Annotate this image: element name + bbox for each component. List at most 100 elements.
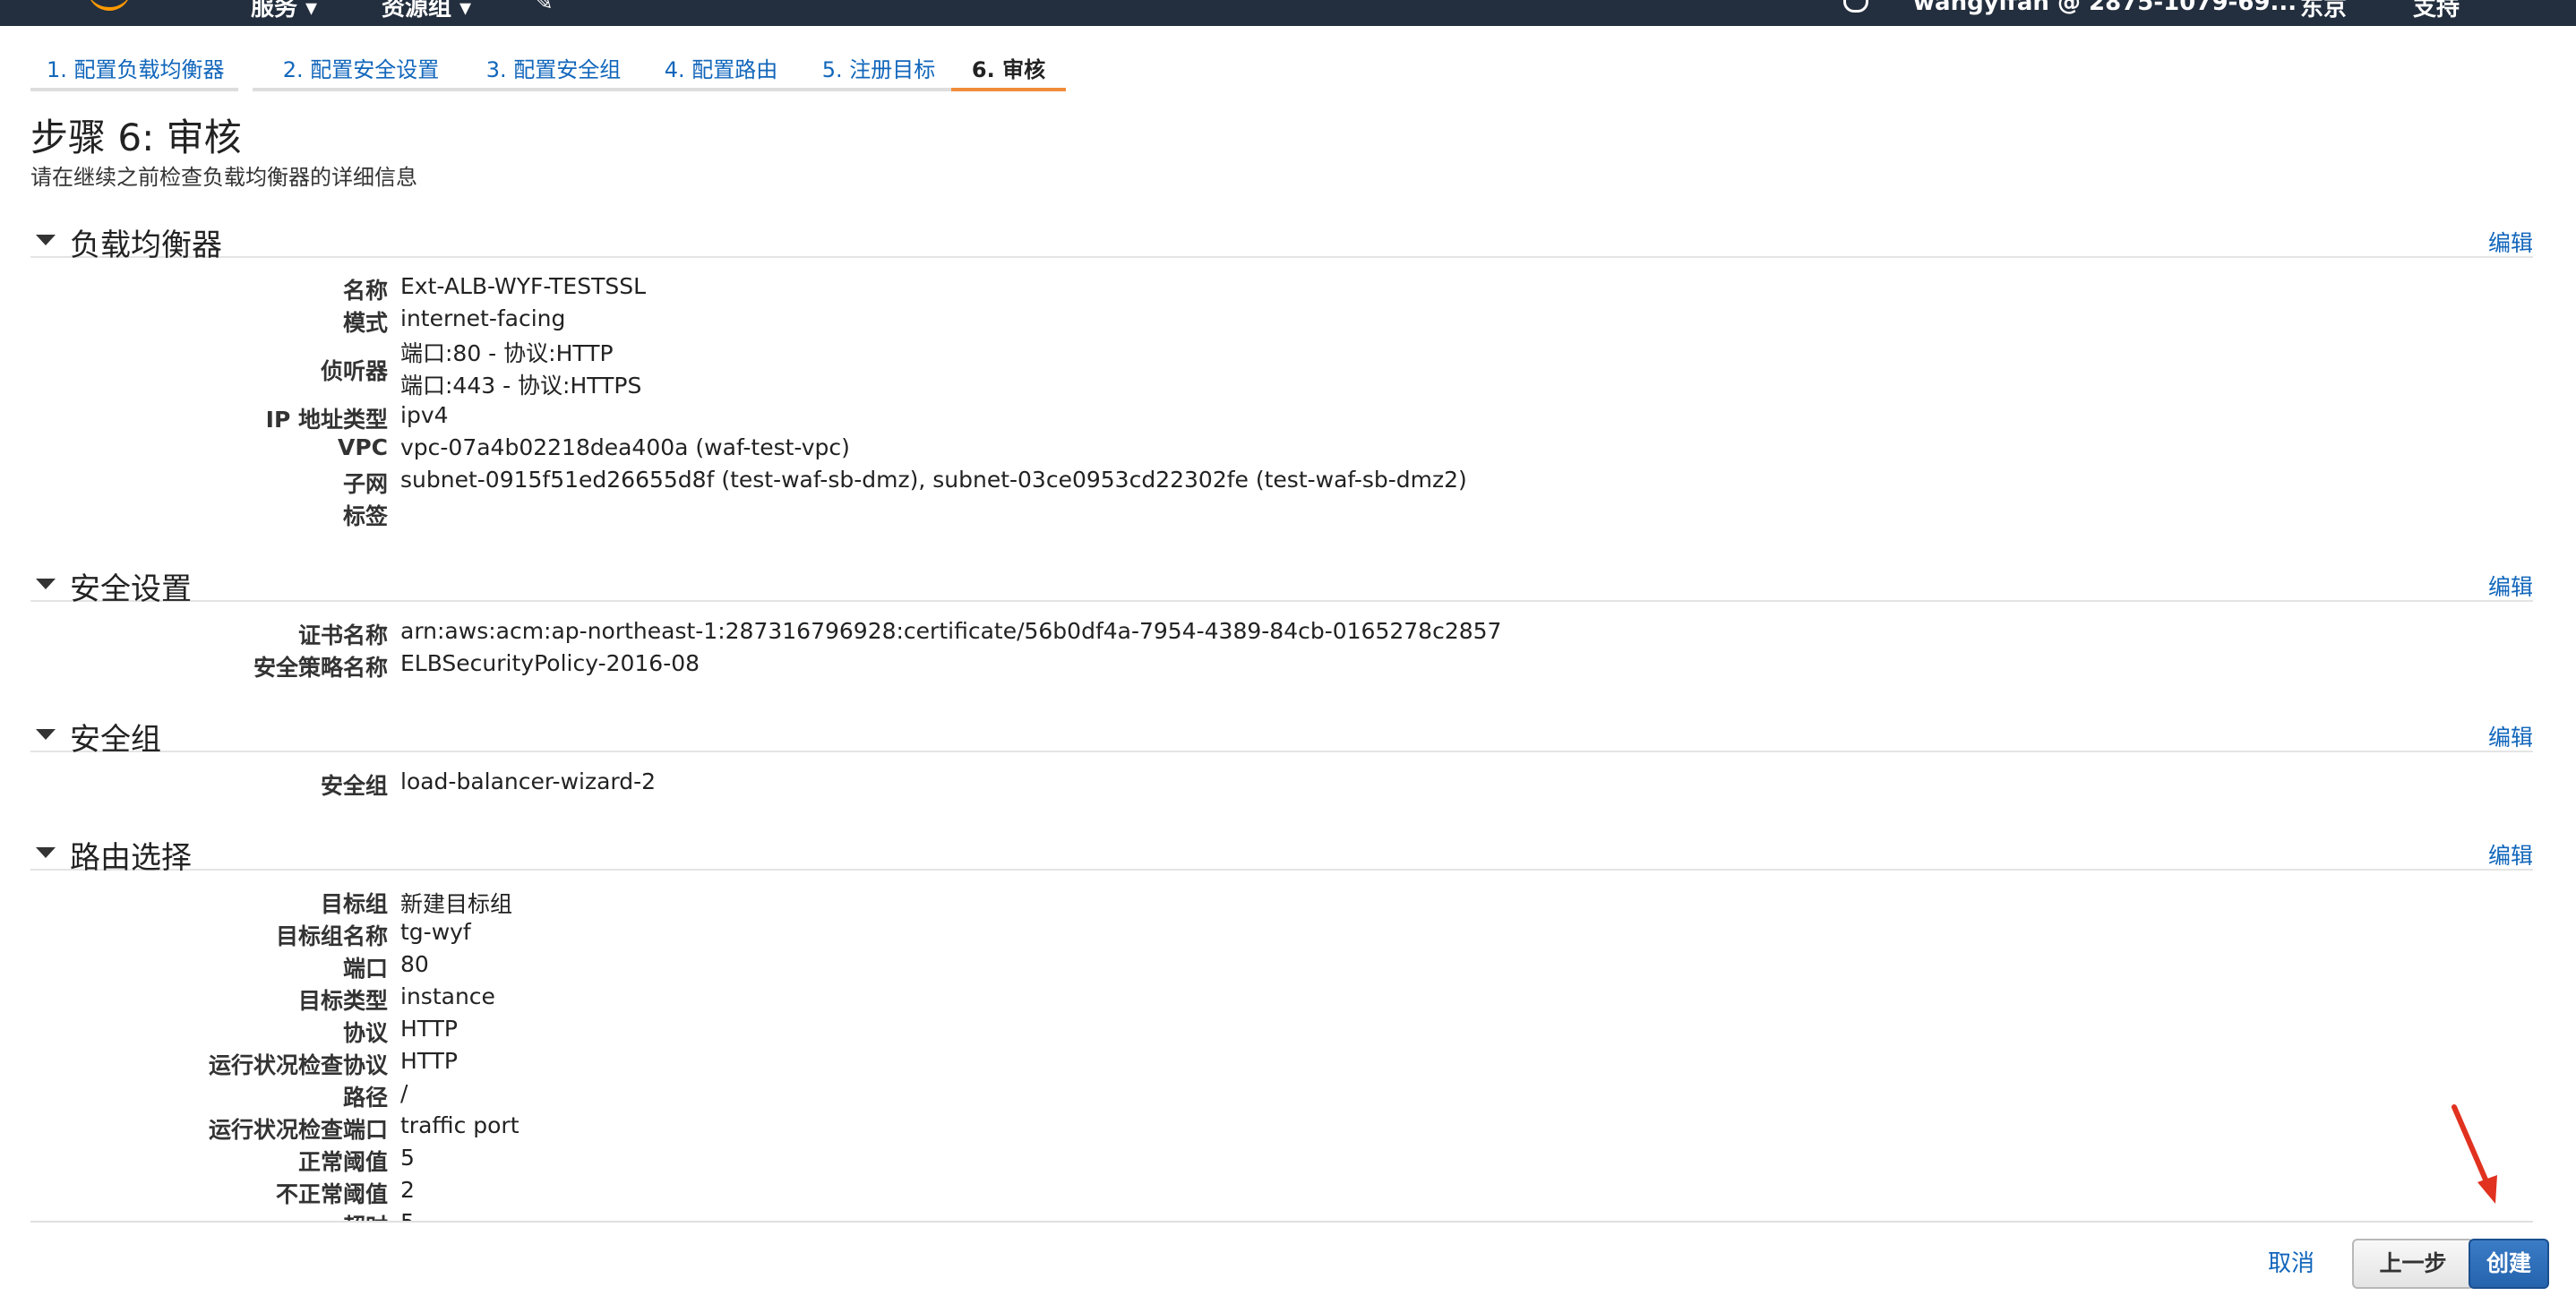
detail-value: HTTP	[400, 1048, 458, 1074]
detail-value: 5	[400, 1145, 415, 1171]
detail-value: 2	[400, 1177, 415, 1203]
detail-row: 路径 /	[0, 1080, 1791, 1112]
detail-label: 标签	[342, 503, 388, 529]
detail-row: 标签	[0, 499, 1791, 531]
resource-groups-menu[interactable]: 资源组 ▾	[382, 0, 471, 22]
detail-row: 证书名称 arn:aws:acm:ap-northeast-1:28731679…	[0, 618, 1791, 650]
detail-row: 运行状况检查协议 HTTP	[0, 1048, 1791, 1080]
cancel-button[interactable]: 取消	[2268, 1245, 2314, 1278]
edit-security-groups-link[interactable]: 编辑	[2488, 720, 2533, 752]
account-menu[interactable]: wangyifan @ 2875-1079-69...	[1913, 0, 2297, 16]
detail-row-clipped: 超时 5	[0, 1209, 1791, 1221]
section-title: 负载均衡器	[70, 227, 222, 263]
detail-value: arn:aws:acm:ap-northeast-1:287316796928:…	[400, 618, 1502, 644]
annotation-arrow-icon	[2451, 1104, 2497, 1204]
detail-label: 不正常阈值	[275, 1181, 388, 1207]
detail-value: ELBSecurityPolicy-2016-08	[400, 650, 700, 676]
tab-configure-security-groups[interactable]: 3. 配置安全组	[455, 47, 652, 91]
section-title: 安全设置	[70, 571, 192, 607]
detail-value: Ext-ALB-WYF-TESTSSL	[400, 273, 647, 299]
detail-row: 端口 80	[0, 951, 1791, 983]
top-navigation-bar: 服务 ▾ 资源组 ▾ ✎ wangyifan @ 2875-1079-69...…	[0, 0, 2576, 26]
detail-label: 目标组名称	[275, 923, 388, 949]
detail-row: 目标类型 instance	[0, 983, 1791, 1016]
detail-value: /	[400, 1080, 408, 1106]
detail-label: 名称	[342, 278, 388, 304]
detail-label: 运行状况检查协议	[208, 1052, 388, 1078]
detail-value: 新建目标组	[400, 891, 513, 917]
detail-value: HTTP	[400, 1016, 458, 1042]
detail-value-multiline: 端口:80 - 协议:HTTP 端口:443 - 协议:HTTPS	[400, 338, 641, 402]
pin-icon[interactable]: ✎	[534, 0, 554, 16]
detail-row: 名称 Ext-ALB-WYF-TESTSSL	[0, 273, 1791, 305]
listener-https: 端口:443 - 协议:HTTPS	[400, 373, 642, 399]
section-title: 安全组	[70, 722, 161, 758]
listener-http: 端口:80 - 协议:HTTP	[400, 340, 614, 366]
detail-row: IP 地址类型 ipv4	[0, 402, 1791, 434]
previous-button[interactable]: 上一步	[2352, 1239, 2474, 1289]
detail-row: VPC vpc-07a4b02218dea400a (waf-test-vpc)	[0, 434, 1791, 467]
tab-register-targets[interactable]: 5. 注册目标	[792, 47, 966, 91]
tab-configure-routing[interactable]: 4. 配置路由	[634, 47, 808, 91]
caret-down-icon[interactable]	[36, 579, 56, 589]
section-load-balancer-header[interactable]: 负载均衡器 编辑	[30, 222, 2533, 263]
detail-row: 正常阈值 5	[0, 1145, 1791, 1177]
detail-row: 不正常阈值 2	[0, 1177, 1791, 1209]
section-title: 路由选择	[70, 840, 192, 876]
services-menu[interactable]: 服务 ▾	[251, 0, 317, 22]
detail-value: ipv4	[400, 402, 449, 428]
detail-row: 目标组 新建目标组	[0, 887, 1791, 919]
caret-down-icon[interactable]	[36, 847, 56, 858]
detail-label: 协议	[342, 1020, 388, 1046]
section-security-settings-header[interactable]: 安全设置 编辑	[30, 566, 2533, 607]
page-title: 步骤 6: 审核	[30, 116, 242, 159]
aws-logo-icon[interactable]	[88, 0, 131, 11]
support-menu[interactable]: 支持	[2413, 0, 2460, 22]
tab-configure-security-settings[interactable]: 2. 配置安全设置	[253, 47, 469, 91]
page-subtitle: 请在继续之前检查负载均衡器的详细信息	[30, 165, 417, 190]
edit-load-balancer-link[interactable]: 编辑	[2488, 226, 2533, 258]
detail-value: 80	[400, 951, 429, 977]
detail-label: 运行状况检查端口	[208, 1117, 388, 1143]
detail-label: 正常阈值	[297, 1149, 388, 1175]
bell-icon[interactable]	[1843, 0, 1868, 13]
detail-row: 侦听器 端口:80 - 协议:HTTP 端口:443 - 协议:HTTPS	[0, 338, 1791, 402]
detail-value: 5	[400, 1209, 415, 1221]
detail-row: 模式 internet-facing	[0, 305, 1791, 338]
detail-label: 子网	[342, 471, 388, 497]
detail-value: vpc-07a4b02218dea400a (waf-test-vpc)	[400, 434, 850, 460]
detail-row: 安全策略名称 ELBSecurityPolicy-2016-08	[0, 650, 1791, 682]
detail-label: 模式	[342, 310, 388, 336]
section-routing-header[interactable]: 路由选择 编辑	[30, 835, 2533, 876]
detail-label: 侦听器	[320, 358, 388, 384]
detail-row: 协议 HTTP	[0, 1016, 1791, 1048]
detail-value: instance	[400, 983, 495, 1009]
create-button[interactable]: 创建	[2469, 1239, 2549, 1289]
detail-row: 目标组名称 tg-wyf	[0, 919, 1791, 951]
detail-label: 证书名称	[297, 622, 388, 648]
detail-label: 超时	[343, 1209, 388, 1221]
section-security-groups-header[interactable]: 安全组 编辑	[30, 717, 2533, 758]
detail-row: 子网 subnet-0915f51ed26655d8f (test-waf-sb…	[0, 467, 1791, 499]
detail-label: 路径	[342, 1085, 388, 1111]
detail-label: 安全策略名称	[253, 655, 388, 681]
footer-divider	[30, 1221, 2533, 1223]
detail-label: VPC	[337, 434, 388, 460]
region-menu[interactable]: 东京	[2300, 0, 2347, 22]
detail-label: 目标组	[320, 891, 388, 917]
tab-configure-load-balancer[interactable]: 1. 配置负载均衡器	[30, 47, 238, 91]
detail-label: 安全组	[320, 773, 388, 799]
caret-down-icon[interactable]	[36, 235, 56, 245]
tab-review[interactable]: 6. 审核	[951, 47, 1066, 91]
caret-down-icon[interactable]	[36, 729, 56, 740]
detail-value: load-balancer-wizard-2	[400, 768, 657, 794]
detail-row: 安全组 load-balancer-wizard-2	[0, 768, 1791, 801]
detail-value: tg-wyf	[400, 919, 471, 945]
detail-row: 运行状况检查端口 traffic port	[0, 1112, 1791, 1145]
detail-label: 端口	[342, 956, 388, 982]
detail-label: IP 地址类型	[265, 407, 388, 433]
detail-value: internet-facing	[400, 305, 566, 331]
edit-security-settings-link[interactable]: 编辑	[2488, 570, 2533, 602]
detail-value: subnet-0915f51ed26655d8f (test-waf-sb-dm…	[400, 467, 1467, 493]
edit-routing-link[interactable]: 编辑	[2488, 838, 2533, 871]
